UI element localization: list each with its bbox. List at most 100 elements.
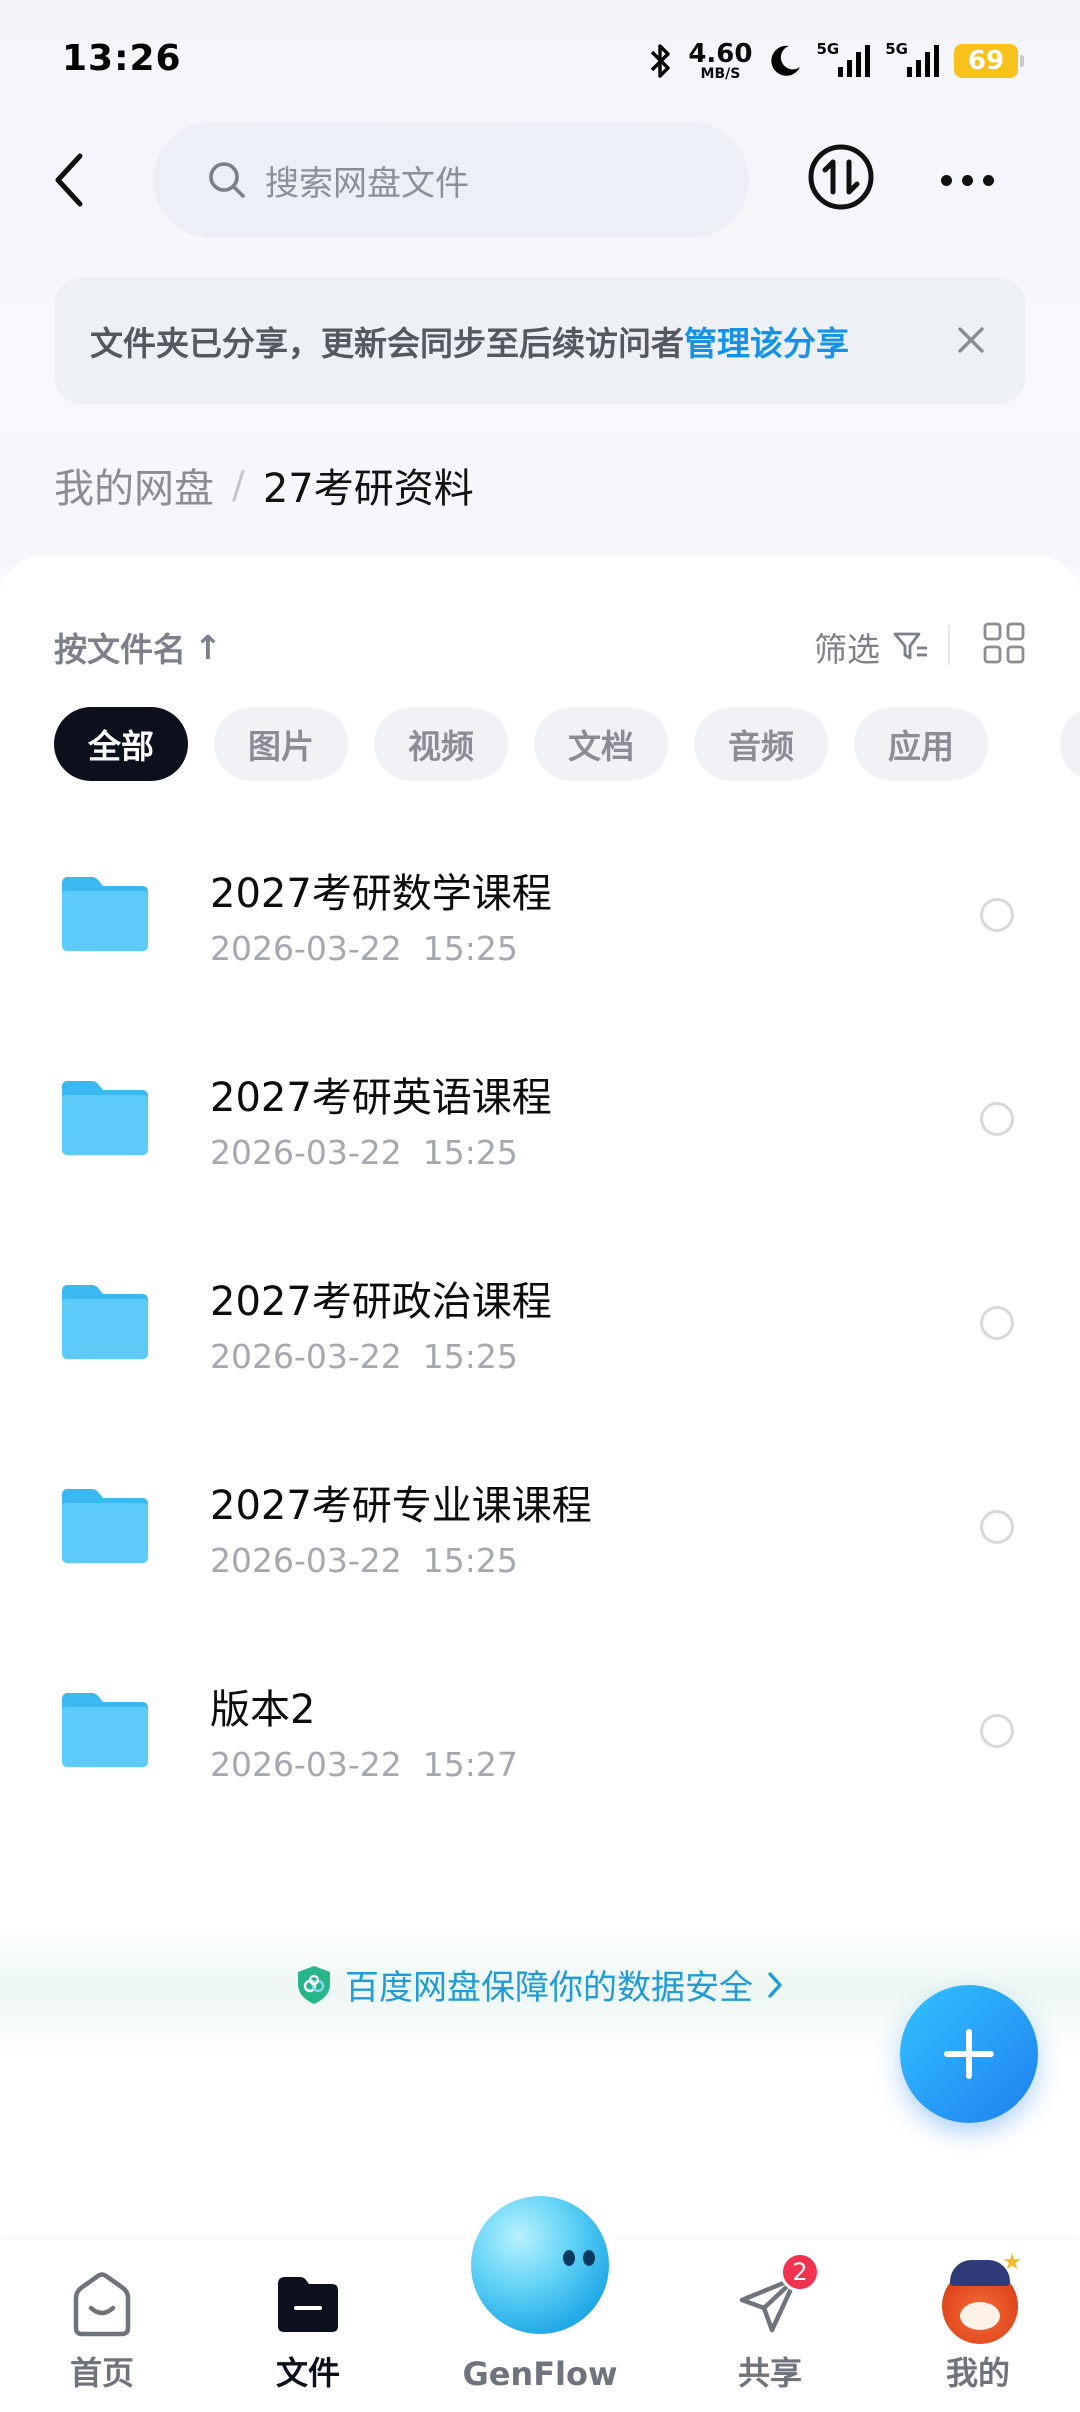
- signal-2: 5G: [885, 40, 940, 79]
- bluetooth-icon: [648, 42, 674, 80]
- plus-icon: [944, 2029, 994, 2079]
- select-radio[interactable]: [980, 1306, 1014, 1340]
- genflow-eye: [583, 2250, 595, 2266]
- chevron-left-icon: [55, 153, 83, 207]
- tab-genflow-label: GenFlow: [462, 2355, 618, 2393]
- search-placeholder: 搜索网盘文件: [265, 163, 469, 204]
- star-icon: ★: [1002, 2250, 1022, 2275]
- file-date: 2026-03-22 15:25: [210, 1133, 518, 1172]
- status-time: 13:26: [62, 38, 182, 79]
- net-speed-value: 4.60: [688, 39, 753, 69]
- signal-bars-icon: [907, 45, 939, 77]
- file-date: 2026-03-22 15:25: [210, 929, 518, 968]
- share-badge: 2: [780, 2252, 820, 2292]
- share-icon: 2: [734, 2252, 820, 2340]
- folder-icon: [62, 1081, 148, 1155]
- genflow-ring: [460, 2185, 620, 2345]
- filter-button[interactable]: 筛选: [814, 623, 930, 671]
- list-item[interactable]: 2027考研政治课程 2026-03-22 15:25: [0, 1233, 1080, 1437]
- chip-images[interactable]: 图片: [214, 707, 348, 781]
- grid-icon: [983, 622, 1025, 664]
- genflow-eye: [563, 2250, 575, 2266]
- select-radio[interactable]: [980, 898, 1014, 932]
- file-list: 2027考研数学课程 2026-03-22 15:25 2027考研英语课程 2…: [0, 825, 1080, 1845]
- more-button[interactable]: [932, 150, 1002, 210]
- breadcrumb: 我的网盘 / 27考研资料: [54, 455, 474, 515]
- signal-2-label: 5G: [885, 40, 908, 58]
- net-speed-unit: MB/S: [700, 66, 741, 82]
- chip-overflow[interactable]: [1060, 707, 1080, 781]
- page: 13:26 4.60 MB/S 5G 5G 69 搜索网盘文件 文件夹已分享，更…: [0, 0, 1080, 2412]
- more-dot: [940, 174, 952, 186]
- list-item[interactable]: 2027考研专业课课程 2026-03-22 15:25: [0, 1437, 1080, 1641]
- top-nav: 搜索网盘文件: [0, 120, 1080, 240]
- avatar-cap: [950, 2260, 1010, 2286]
- tab-genflow[interactable]: GenFlow: [460, 2185, 620, 2412]
- select-radio[interactable]: [980, 1714, 1014, 1748]
- tab-share-label: 共享: [737, 2354, 802, 2392]
- chip-all[interactable]: 全部: [54, 707, 188, 781]
- signal-1-label: 5G: [816, 40, 840, 58]
- file-name: 2027考研专业课课程: [210, 1483, 592, 1529]
- sort-arrow-icon: ↑: [194, 627, 222, 667]
- avatar: ★: [942, 2250, 1022, 2344]
- notice-text: 文件夹已分享，更新会同步至后续访问者: [90, 324, 684, 363]
- share-notice: 文件夹已分享，更新会同步至后续访问者 管理该分享: [54, 278, 1026, 404]
- add-button[interactable]: [900, 1985, 1038, 2123]
- file-name: 2027考研政治课程: [210, 1279, 552, 1325]
- back-button[interactable]: [40, 150, 100, 210]
- select-radio[interactable]: [980, 1510, 1014, 1544]
- file-date: 2026-03-22 15:25: [210, 1541, 518, 1580]
- tab-files-label: 文件: [275, 2354, 340, 2392]
- file-name: 2027考研英语课程: [210, 1075, 552, 1121]
- breadcrumb-current: 27考研资料: [262, 466, 474, 512]
- tab-files[interactable]: 文件: [228, 2240, 388, 2412]
- sort-label: 按文件名: [54, 630, 186, 669]
- search-input[interactable]: 搜索网盘文件: [153, 122, 749, 238]
- tab-mine[interactable]: ★ 我的: [898, 2240, 1058, 2412]
- status-bar: 13:26 4.60 MB/S 5G 5G 69: [0, 0, 1080, 120]
- manage-share-link[interactable]: 管理该分享: [684, 317, 849, 365]
- breadcrumb-separator: /: [232, 463, 245, 507]
- signal-bars-icon: [838, 45, 871, 77]
- safety-banner-content: 百度网盘保障你的数据安全: [0, 1960, 1080, 2009]
- list-item[interactable]: 2027考研英语课程 2026-03-22 15:25: [0, 1029, 1080, 1233]
- tab-home-label: 首页: [69, 2354, 134, 2392]
- grid-view-button[interactable]: [982, 621, 1026, 665]
- chip-documents[interactable]: 文档: [534, 707, 668, 781]
- net-speed: 4.60 MB/S: [688, 41, 752, 81]
- sort-by-name-button[interactable]: 按文件名 ↑: [54, 623, 222, 671]
- folder-icon: [62, 1489, 148, 1563]
- close-icon: [958, 327, 984, 353]
- home-icon: [66, 2268, 138, 2340]
- divider: [948, 625, 950, 665]
- transfer-button[interactable]: [806, 142, 876, 212]
- folder-icon: [62, 1285, 148, 1359]
- battery-icon: 69: [954, 44, 1024, 78]
- file-name: 2027考研数学课程: [210, 871, 552, 917]
- search-icon: [209, 162, 245, 198]
- status-icons: 4.60 MB/S 5G 5G 69: [648, 36, 1024, 86]
- file-date: 2026-03-22 15:27: [210, 1745, 518, 1784]
- tab-share[interactable]: 2 共享: [690, 2240, 850, 2412]
- folder-tab-icon: [272, 2268, 344, 2340]
- category-chips: 全部 图片 视频 文档 音频 应用: [54, 707, 988, 781]
- more-dot: [982, 174, 994, 186]
- tab-home[interactable]: 首页: [22, 2240, 182, 2412]
- avatar-face: [960, 2302, 1000, 2330]
- tab-mine-label: 我的: [945, 2354, 1010, 2392]
- notice-close-button[interactable]: [952, 321, 990, 359]
- list-item[interactable]: 2027考研数学课程 2026-03-22 15:25: [0, 825, 1080, 1029]
- chip-videos[interactable]: 视频: [374, 707, 508, 781]
- breadcrumb-root[interactable]: 我的网盘: [54, 456, 214, 514]
- list-item[interactable]: 版本2 2026-03-22 15:27: [0, 1641, 1080, 1845]
- moon-icon: [767, 43, 803, 79]
- safety-text: 百度网盘保障你的数据安全: [345, 1968, 753, 2008]
- file-date: 2026-03-22 15:25: [210, 1337, 518, 1376]
- select-radio[interactable]: [980, 1102, 1014, 1136]
- chip-audio[interactable]: 音频: [694, 707, 828, 781]
- genflow-orb-icon: [471, 2196, 609, 2334]
- chevron-right-icon: [768, 1971, 782, 1998]
- chip-apps[interactable]: 应用: [854, 707, 988, 781]
- folder-icon: [62, 877, 148, 951]
